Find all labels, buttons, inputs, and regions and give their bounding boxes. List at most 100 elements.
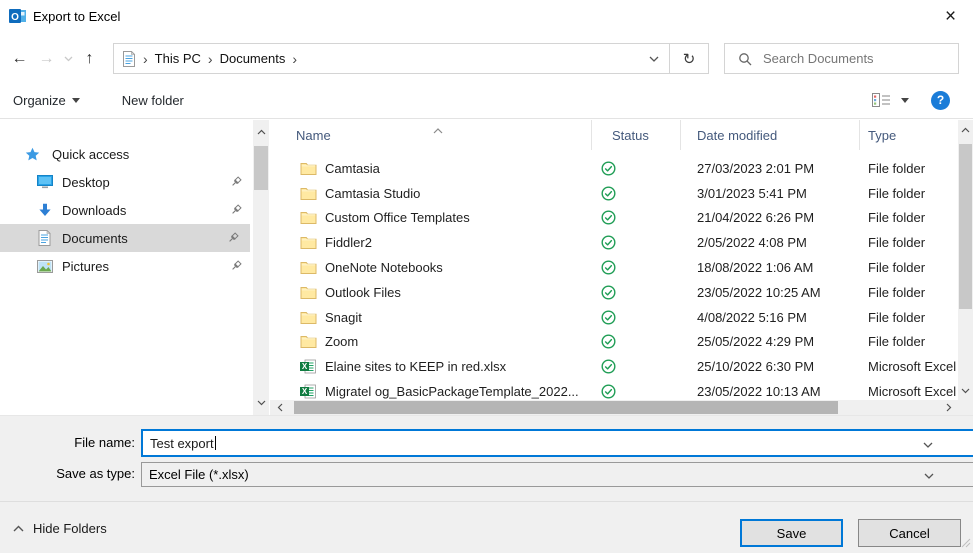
- views-dropdown-chevron-icon[interactable]: [901, 97, 909, 103]
- views-icon[interactable]: [872, 93, 892, 107]
- synced-status-icon: [601, 260, 616, 275]
- file-type-cell: File folder: [868, 260, 926, 276]
- hide-folders-button[interactable]: Hide Folders: [13, 521, 107, 536]
- sidebar-item-quick-access[interactable]: Quick access: [0, 140, 253, 168]
- file-status-cell: [592, 161, 681, 176]
- file-row[interactable]: Snagit 4/08/2022 5:16 PM File folder: [270, 305, 958, 330]
- sidebar-item-desktop[interactable]: Desktop: [0, 168, 253, 196]
- save-as-type-dropdown-chevron-icon[interactable]: [924, 467, 934, 482]
- breadcrumb-documents[interactable]: Documents: [220, 51, 286, 66]
- scrollbar-thumb[interactable]: [254, 146, 268, 190]
- scrollbar-thumb[interactable]: [294, 401, 838, 414]
- address-dropdown-chevron-icon[interactable]: [639, 44, 669, 73]
- file-row[interactable]: Camtasia 27/03/2023 2:01 PM File folder: [270, 156, 958, 181]
- excel-icon: X: [300, 384, 317, 400]
- sidebar-scrollbar[interactable]: [253, 120, 269, 415]
- file-row[interactable]: X Migratel og_BasicPackageTemplate_2022..…: [270, 379, 958, 400]
- file-row[interactable]: X Elaine sites to KEEP in red.xlsx 25/10/2…: [270, 354, 958, 379]
- column-header-name[interactable]: Name: [270, 120, 592, 150]
- file-name-cell: Fiddler2: [270, 235, 592, 251]
- file-name-cell: X Elaine sites to KEEP in red.xlsx: [270, 359, 592, 375]
- file-name-cell: Camtasia: [270, 160, 592, 176]
- recent-locations-chevron-icon[interactable]: [60, 44, 76, 74]
- file-type-cell: File folder: [868, 284, 926, 300]
- star-icon: [24, 146, 41, 163]
- pictures-icon: [36, 258, 53, 275]
- folder-icon: [300, 235, 317, 251]
- organize-label: Organize: [13, 92, 66, 108]
- file-list-vertical-scrollbar[interactable]: [958, 120, 973, 400]
- file-name-text: Snagit: [325, 309, 362, 325]
- breadcrumb-this-pc[interactable]: This PC: [155, 51, 201, 66]
- close-icon[interactable]: ×: [928, 0, 973, 33]
- main-area: Quick access Desktop Downloads Documents Pic…: [0, 120, 973, 415]
- excel-icon: X: [300, 359, 317, 375]
- pin-icon[interactable]: [230, 260, 242, 272]
- file-status-cell: [592, 384, 681, 399]
- pin-icon[interactable]: [227, 232, 239, 244]
- save-as-type-value: Excel File (*.xlsx): [149, 467, 249, 482]
- scroll-right-icon[interactable]: [941, 400, 956, 415]
- pin-icon[interactable]: [230, 176, 242, 188]
- search-input[interactable]: [763, 51, 958, 66]
- save-as-type-select[interactable]: Excel File (*.xlsx): [141, 462, 973, 487]
- file-row[interactable]: Zoom 25/05/2022 4:29 PM File folder: [270, 330, 958, 355]
- file-name-cell: Outlook Files: [270, 284, 592, 300]
- sidebar-item-downloads[interactable]: Downloads: [0, 196, 253, 224]
- scroll-down-icon[interactable]: [253, 395, 269, 411]
- svg-text:O: O: [11, 12, 19, 23]
- address-bar[interactable]: › This PC › Documents › ↻: [113, 43, 709, 74]
- scroll-up-icon[interactable]: [958, 122, 973, 137]
- column-header-date-modified[interactable]: Date modified: [681, 120, 860, 150]
- sort-ascending-icon: [433, 122, 443, 137]
- cancel-button[interactable]: Cancel: [858, 519, 961, 547]
- help-icon[interactable]: ?: [931, 90, 950, 110]
- folder-icon: [300, 210, 317, 226]
- organize-button[interactable]: Organize: [13, 93, 80, 108]
- file-row[interactable]: Fiddler2 2/05/2022 4:08 PM File folder: [270, 230, 958, 255]
- refresh-icon[interactable]: ↻: [670, 44, 708, 73]
- synced-status-icon: [601, 161, 616, 176]
- back-icon[interactable]: ←: [6, 44, 33, 74]
- file-row[interactable]: Camtasia Studio 3/01/2023 5:41 PM File fol…: [270, 181, 958, 206]
- file-name-dropdown-chevron-icon[interactable]: [923, 436, 933, 451]
- save-as-dialog: O Export to Excel × ← → ↑ › This PC › Do…: [0, 0, 973, 553]
- file-date-cell: 21/04/2022 6:26 PM: [697, 210, 815, 226]
- scroll-down-icon[interactable]: [958, 383, 973, 398]
- sidebar-item-pictures[interactable]: Pictures: [0, 252, 253, 280]
- file-name-text: Fiddler2: [325, 235, 372, 251]
- file-row[interactable]: Custom Office Templates 21/04/2022 6:26 P…: [270, 206, 958, 231]
- resize-grip-icon[interactable]: [961, 536, 971, 551]
- up-icon[interactable]: ↑: [76, 44, 103, 74]
- search-icon: [738, 52, 752, 66]
- file-name-input[interactable]: Test export: [141, 429, 973, 457]
- sidebar-item-documents[interactable]: Documents: [0, 224, 250, 252]
- file-row[interactable]: Outlook Files 23/05/2022 10:25 AM File fol…: [270, 280, 958, 305]
- file-date-cell: 18/08/2022 1:06 AM: [697, 260, 814, 276]
- column-header-status[interactable]: Status: [592, 120, 681, 150]
- file-list-horizontal-scrollbar[interactable]: [270, 400, 958, 415]
- file-date-cell: 25/10/2022 6:30 PM: [697, 359, 815, 375]
- save-button[interactable]: Save: [740, 519, 843, 547]
- folder-icon: [300, 260, 317, 276]
- file-date-cell: 2/05/2022 4:08 PM: [697, 235, 807, 251]
- folder-icon: [300, 334, 317, 350]
- file-status-cell: [592, 260, 681, 275]
- svg-text:X: X: [302, 387, 308, 396]
- file-date-cell: 3/01/2023 5:41 PM: [697, 185, 807, 201]
- file-name-text: Zoom: [325, 334, 359, 350]
- file-row[interactable]: OneNote Notebooks 18/08/2022 1:06 AM File …: [270, 255, 958, 280]
- breadcrumb-separator: ›: [292, 50, 297, 67]
- new-folder-button[interactable]: New folder: [122, 93, 184, 108]
- forward-icon[interactable]: →: [33, 44, 60, 74]
- scroll-left-icon[interactable]: [272, 400, 287, 415]
- folder-icon: [300, 185, 317, 201]
- file-date-cell: 4/08/2022 5:16 PM: [697, 309, 807, 325]
- document-icon: [36, 230, 53, 247]
- new-folder-label: New folder: [121, 92, 184, 108]
- sidebar-item-label: Documents: [62, 230, 128, 246]
- column-header-type[interactable]: Type: [860, 120, 958, 150]
- pin-icon[interactable]: [230, 204, 242, 216]
- scroll-up-icon[interactable]: [253, 124, 269, 140]
- scrollbar-thumb[interactable]: [959, 144, 972, 309]
